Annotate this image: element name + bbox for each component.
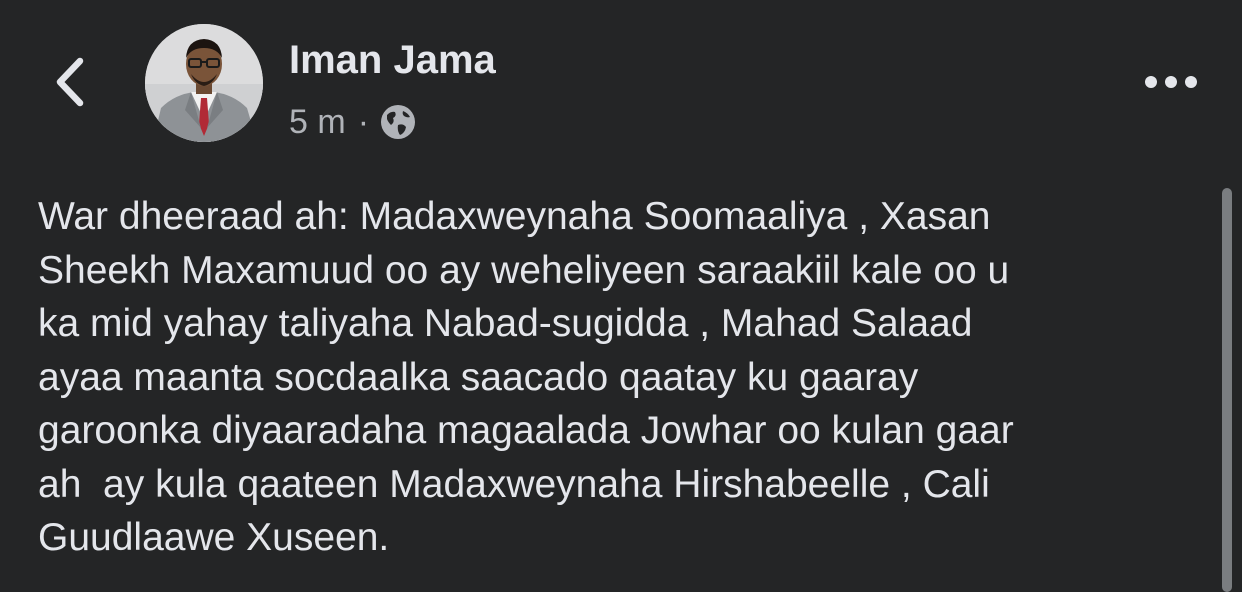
chevron-left-icon (56, 57, 84, 107)
post-text: War dheeraad ah: Madaxweynaha Soomaaliya… (38, 195, 1014, 559)
globe-icon[interactable] (379, 103, 417, 141)
post-timestamp[interactable]: 5 m (289, 103, 346, 142)
post-meta: 5 m · (289, 100, 417, 144)
meta-separator: · (357, 103, 370, 141)
author-photo (145, 24, 263, 142)
avatar[interactable] (145, 24, 263, 142)
scrollbar[interactable] (1222, 188, 1232, 592)
back-button[interactable] (40, 50, 100, 114)
more-horizontal-icon (1145, 76, 1197, 88)
more-options-button[interactable] (1138, 62, 1204, 102)
author-name[interactable]: Iman Jama (289, 38, 496, 83)
